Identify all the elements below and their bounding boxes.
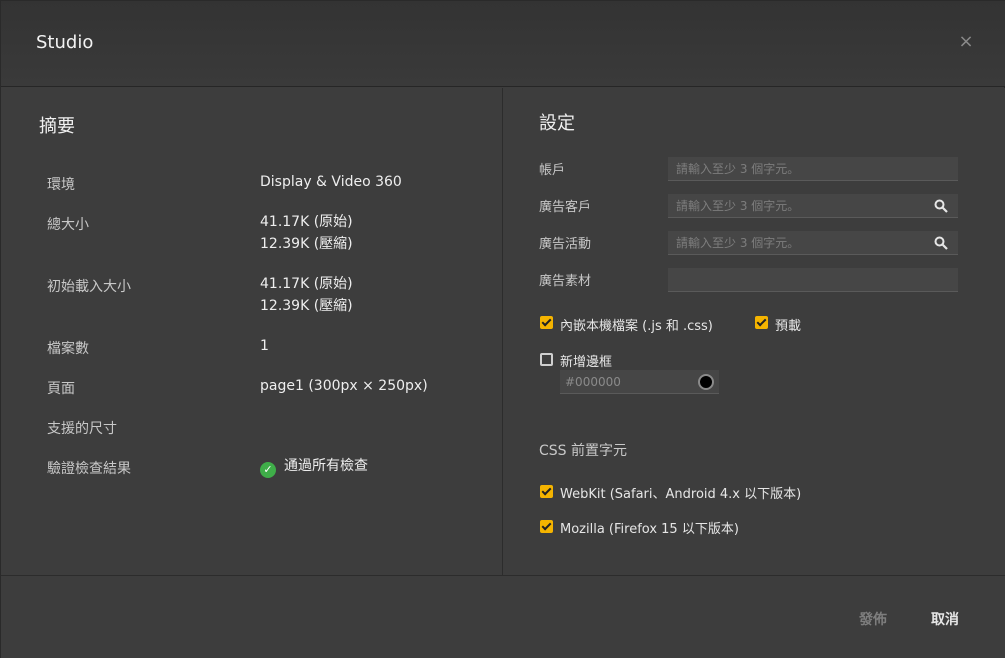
- color-swatch[interactable]: [698, 374, 714, 390]
- summary-value-initial-load-compressed: 12.39K (壓縮): [260, 298, 353, 314]
- creative-field: [668, 268, 958, 292]
- summary-label-environment: 環境: [47, 177, 75, 193]
- advertiser-input[interactable]: [668, 194, 958, 217]
- cancel-button[interactable]: 取消: [931, 609, 959, 629]
- border-color-input[interactable]: [560, 370, 719, 393]
- settings-title: 設定: [539, 113, 575, 134]
- publish-button[interactable]: 發佈: [859, 609, 887, 629]
- campaign-input[interactable]: [668, 231, 958, 254]
- summary-value-validation: ✓ 通過所有檢查: [260, 455, 368, 478]
- account-input[interactable]: [668, 157, 958, 180]
- summary-value-total-size-raw: 41.17K (原始): [260, 214, 353, 230]
- close-icon[interactable]: ×: [958, 31, 974, 53]
- creative-input[interactable]: [668, 268, 958, 291]
- webkit-label: WebKit (Safari、Android 4.x 以下版本): [560, 487, 802, 502]
- advertiser-field: [668, 194, 958, 218]
- summary-value-total-size-compressed: 12.39K (壓縮): [260, 236, 353, 252]
- summary-label-pages: 頁面: [47, 381, 75, 397]
- summary-panel: 摘要 環境 Display & Video 360 總大小 41.17K (原始…: [1, 88, 503, 575]
- advertiser-label: 廣告客戶: [539, 200, 592, 215]
- summary-label-supported-sizes: 支援的尺寸: [47, 421, 117, 437]
- inline-files-label: 內嵌本機檔案 (.js 和 .css): [560, 319, 713, 334]
- check-circle-icon: ✓: [260, 462, 276, 478]
- preload-label: 預載: [775, 319, 802, 334]
- add-border-checkbox[interactable]: [540, 353, 553, 366]
- search-icon[interactable]: [934, 236, 948, 250]
- summary-value-file-count: 1: [260, 338, 269, 354]
- dialog-header: Studio ×: [1, 1, 1005, 87]
- account-field: [668, 157, 958, 181]
- search-icon[interactable]: [934, 199, 948, 213]
- campaign-label: 廣告活動: [539, 237, 592, 252]
- summary-label-total-size: 總大小: [47, 217, 89, 233]
- summary-label-file-count: 檔案數: [47, 341, 89, 357]
- summary-title: 摘要: [39, 116, 75, 137]
- summary-label-initial-load: 初始載入大小: [47, 279, 131, 295]
- mozilla-label: Mozilla (Firefox 15 以下版本): [560, 522, 739, 537]
- dialog-footer: 發佈 取消: [1, 575, 1005, 658]
- inline-files-checkbox[interactable]: [540, 316, 553, 329]
- summary-label-validation: 驗證檢查結果: [47, 461, 131, 477]
- preload-checkbox[interactable]: [755, 316, 768, 329]
- studio-dialog: Studio × 摘要 環境 Display & Video 360 總大小 4…: [0, 0, 1005, 658]
- summary-value-initial-load-raw: 41.17K (原始): [260, 276, 353, 292]
- summary-value-pages: page1 (300px × 250px): [260, 378, 428, 394]
- add-border-label: 新增邊框: [560, 355, 613, 370]
- border-color-field: [560, 370, 719, 394]
- summary-value-environment: Display & Video 360: [260, 174, 402, 190]
- dialog-title: Studio: [36, 32, 94, 53]
- validation-status-text: 通過所有檢查: [284, 458, 368, 474]
- account-label: 帳戶: [539, 163, 566, 178]
- creative-label: 廣告素材: [539, 274, 592, 289]
- campaign-field: [668, 231, 958, 255]
- webkit-checkbox[interactable]: [540, 485, 553, 498]
- settings-panel: 設定 帳戶 廣告客戶 廣告活動 廣告素材 內嵌本機檔案 (.js 和 .cs: [504, 88, 1005, 575]
- css-prefix-title: CSS 前置字元: [539, 443, 627, 459]
- mozilla-checkbox[interactable]: [540, 520, 553, 533]
